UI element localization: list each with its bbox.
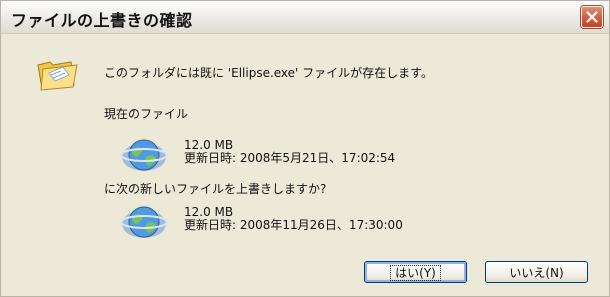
overwrite-confirm-dialog: ファイルの上書きの確認 このフォルダには既に 'Ellipse.exe' ファイ… (0, 0, 610, 297)
yes-button-label: はい(Y) (390, 265, 441, 281)
title-bar[interactable]: ファイルの上書きの確認 (1, 1, 609, 34)
globe-file-icon (120, 206, 168, 238)
current-file-modified: 更新日時: 2008年5月21日、17:02:54 (184, 151, 396, 165)
globe-file-icon (120, 139, 168, 171)
no-button[interactable]: いいえ(N) (485, 261, 588, 283)
new-file-modified: 更新日時: 2008年11月26日、17:30:00 (184, 218, 403, 232)
current-file-label: 現在のファイル (104, 107, 189, 121)
close-button[interactable] (581, 6, 603, 28)
window-title: ファイルの上書きの確認 (11, 11, 193, 30)
no-button-label: いいえ(N) (509, 266, 564, 280)
new-file-info: 12.0 MB 更新日時: 2008年11月26日、17:30:00 (184, 206, 403, 232)
folder-icon (37, 61, 78, 91)
yes-button[interactable]: はい(Y) (364, 261, 467, 283)
close-icon (586, 11, 598, 23)
overwrite-question: に次の新しいファイルを上書きしますか? (104, 182, 327, 196)
exists-message: このフォルダには既に 'Ellipse.exe' ファイルが存在します。 (104, 66, 433, 80)
current-file-info: 12.0 MB 更新日時: 2008年5月21日、17:02:54 (184, 139, 395, 165)
